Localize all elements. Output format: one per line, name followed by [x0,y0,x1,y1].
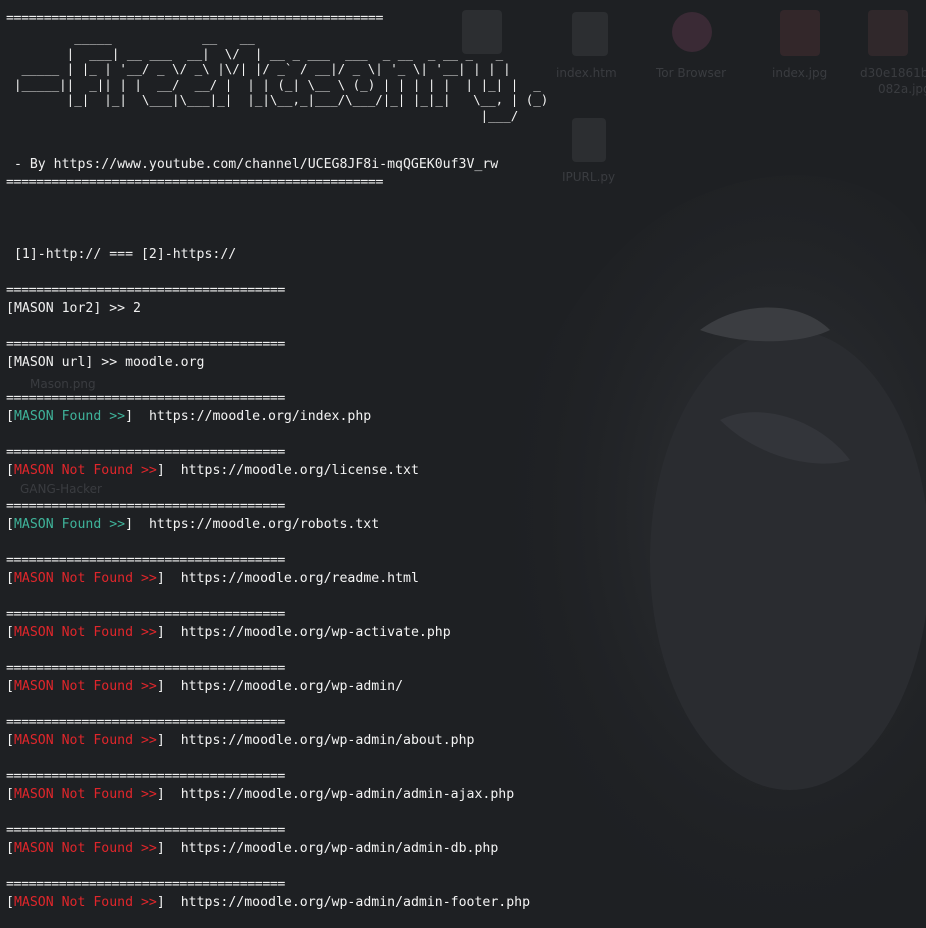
result-bracket-close: ] [156,895,181,910]
result-url[interactable]: https://moodle.org/license.txt [181,463,419,478]
status-notfound-label: MASON Not Found >> [13,787,157,802]
separator: ===================================== [6,823,285,838]
status-found-label: MASON Found >> [13,409,126,424]
separator: ===================================== [6,769,285,784]
result-url[interactable]: https://moodle.org/readme.html [181,571,419,586]
result-bracket-open: [ [6,679,14,694]
result-bracket-close: ] [156,463,181,478]
result-line: [MASON Not Found >>] https://moodle.org/… [6,894,530,912]
status-notfound-label: MASON Not Found >> [13,625,157,640]
result-line: [MASON Not Found >>] https://moodle.org/… [6,732,474,750]
result-line: [MASON Not Found >>] https://moodle.org/… [6,624,451,642]
status-notfound-label: MASON Not Found >> [13,679,157,694]
separator: ===================================== [6,607,285,622]
result-url[interactable]: https://moodle.org/index.php [149,409,371,424]
byline: - By https://www.youtube.com/channel/UCE… [6,157,499,172]
separator: ===================================== [6,715,285,730]
result-bracket-open: [ [6,463,14,478]
status-notfound-label: MASON Not Found >> [13,841,157,856]
result-bracket-open: [ [6,787,14,802]
status-notfound-label: MASON Not Found >> [13,895,157,910]
separator: ===================================== [6,283,285,298]
result-bracket-close: ] [125,409,149,424]
result-bracket-open: [ [6,571,14,586]
result-url[interactable]: https://moodle.org/robots.txt [149,517,379,532]
separator: ===================================== [6,661,285,676]
result-line: [MASON Not Found >>] https://moodle.org/… [6,786,514,804]
result-bracket-open: [ [6,841,14,856]
result-bracket-close: ] [156,841,181,856]
result-bracket-open: [ [6,625,14,640]
result-bracket-open: [ [6,895,14,910]
separator: ===================================== [6,499,285,514]
result-bracket-close: ] [125,517,149,532]
banner-ascii-art: _____ __ __ | ___| __ ___ __| \/ | __ _ … [14,30,549,123]
result-url[interactable]: https://moodle.org/wp-admin/about.php [181,733,475,748]
terminal-window[interactable]: index.htm Tor Browser index.jpg d30e1861… [0,0,926,928]
result-bracket-close: ] [156,625,181,640]
result-line: [MASON Found >>] https://moodle.org/inde… [6,408,371,426]
result-bracket-close: ] [156,679,181,694]
separator: ========================================… [6,175,383,190]
result-url[interactable]: https://moodle.org/wp-admin/admin-ajax.p… [181,787,514,802]
result-line: [MASON Not Found >>] https://moodle.org/… [6,570,419,588]
status-notfound-label: MASON Not Found >> [13,733,157,748]
separator: ========================================… [6,11,383,26]
result-line: [MASON Found >>] https://moodle.org/robo… [6,516,379,534]
protocol-options: [1]-http:// === [2]-https:// [6,247,237,262]
result-url[interactable]: https://moodle.org/wp-admin/ [181,679,403,694]
result-url[interactable]: https://moodle.org/wp-admin/admin-footer… [181,895,530,910]
result-bracket-close: ] [156,571,181,586]
result-bracket-open: [ [6,409,14,424]
result-bracket-open: [ [6,517,14,532]
result-url[interactable]: https://moodle.org/wp-activate.php [181,625,451,640]
separator: ===================================== [6,391,285,406]
status-notfound-label: MASON Not Found >> [13,571,157,586]
result-bracket-close: ] [156,733,181,748]
result-bracket-close: ] [156,787,181,802]
result-url[interactable]: https://moodle.org/wp-admin/admin-db.php [181,841,499,856]
separator: ===================================== [6,337,285,352]
separator: ===================================== [6,553,285,568]
result-line: [MASON Not Found >>] https://moodle.org/… [6,462,419,480]
separator: ===================================== [6,877,285,892]
status-notfound-label: MASON Not Found >> [13,463,157,478]
result-line: [MASON Not Found >>] https://moodle.org/… [6,678,403,696]
url-prompt: [MASON url] >> moodle.org [6,355,205,370]
protocol-prompt: [MASON 1or2] >> 2 [6,301,141,316]
result-line: [MASON Not Found >>] https://moodle.org/… [6,840,498,858]
status-found-label: MASON Found >> [13,517,126,532]
separator: ===================================== [6,445,285,460]
result-bracket-open: [ [6,733,14,748]
